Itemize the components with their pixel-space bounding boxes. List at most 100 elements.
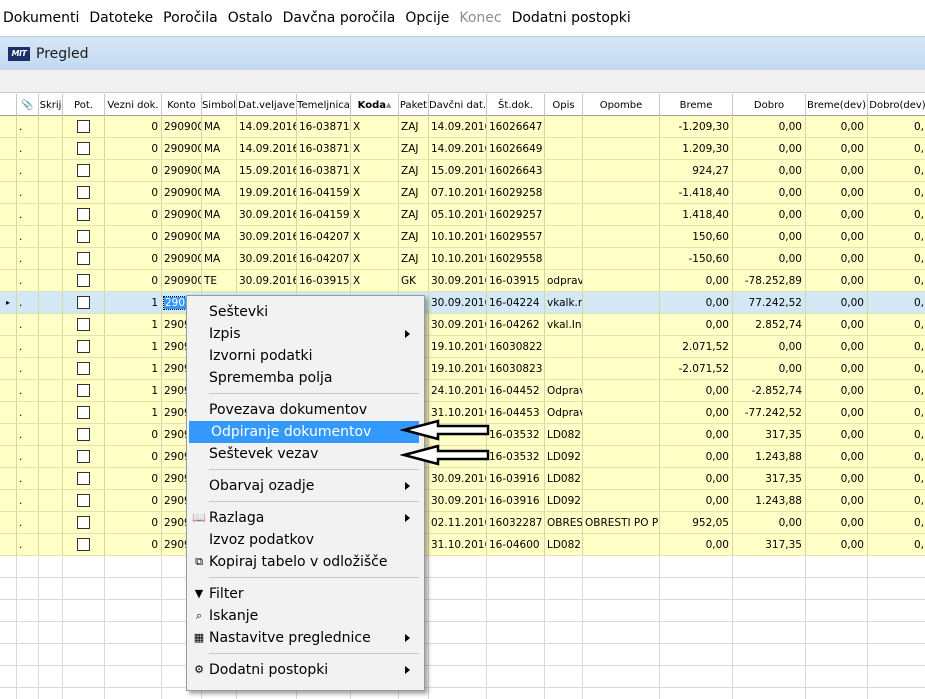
pot-checkbox[interactable] — [77, 296, 90, 309]
menu-dav-na-poro-ila[interactable]: Davčna poročila — [283, 10, 396, 26]
pot-checkbox[interactable] — [77, 516, 90, 529]
data-grid[interactable]: 📎 Skrij Pot. Vezni dok. Konto Simbol Dat.velja… — [0, 94, 925, 699]
pot-checkbox[interactable] — [77, 142, 90, 155]
pot-checkbox[interactable] — [77, 384, 90, 397]
pot-checkbox[interactable] — [77, 208, 90, 221]
context-item-filter[interactable]: ▼ Filter — [187, 583, 424, 605]
column-header-pot-[interactable]: Pot. — [63, 94, 105, 116]
pot-checkbox[interactable] — [77, 274, 90, 287]
attachment-icon[interactable]: 📎 — [17, 94, 39, 116]
column-header-dav-ni-dat-[interactable]: Davčni dat. — [429, 94, 487, 116]
menu-ostalo[interactable]: Ostalo — [228, 10, 273, 26]
row-mark: . — [17, 468, 39, 489]
selected-konto-value[interactable]: 290 — [162, 295, 188, 310]
table-row[interactable]: . 1 2909 19.10.2016 16030823 -2.071,52 0,00 0,0… — [0, 358, 925, 380]
pot-checkbox[interactable] — [77, 362, 90, 375]
table-row[interactable]: . 0 290900 MA 15.09.2016 16-03871 X ZAJ 15.09.20… — [0, 160, 925, 182]
column-header-breme-dev-[interactable]: Breme(dev) — [806, 94, 868, 116]
context-item-odpiranje-dokumentov[interactable]: Odpiranje dokumentov — [189, 421, 419, 443]
empty-cell — [39, 578, 63, 599]
table-row[interactable]: . 0 2909 02.11.2016 16032287 OBRES OBRESTI PO … — [0, 512, 925, 534]
cell-stdok: 16032287 — [487, 512, 545, 533]
cell-stdok: 16-03916 — [487, 490, 545, 511]
cell-stdok: 16-03532 — [487, 424, 545, 445]
context-item-iskanje[interactable]: ⌕ Iskanje — [187, 605, 424, 627]
context-item-se-tevki[interactable]: Seštevki — [187, 301, 424, 323]
pot-checkbox[interactable] — [77, 164, 90, 177]
pot-checkbox[interactable] — [77, 120, 90, 133]
table-row[interactable]: . 0 290900 MA 30.09.2016 16-04207 X ZAJ 10.10.20… — [0, 248, 925, 270]
cell-breme: 0,00 — [660, 314, 733, 335]
table-row[interactable]: . 0 2909 30.09.2016 16-03916 LD082 0,00 317,35 0… — [0, 468, 925, 490]
pot-checkbox[interactable] — [77, 472, 90, 485]
column-header--t-dok-[interactable]: Št.dok. — [487, 94, 545, 116]
pot-checkbox[interactable] — [77, 186, 90, 199]
context-item-izvoz-podatkov[interactable]: Izvoz podatkov — [187, 529, 424, 551]
table-row[interactable]: . 1 2909 19.10.2016 16030822 2.071,52 0,00 0,00… — [0, 336, 925, 358]
table-row[interactable]: . 0 2909 30.09.2016 16-03916 LD092 0,00 1.243,8… — [0, 490, 925, 512]
menu-opcije[interactable]: Opcije — [405, 10, 449, 26]
empty-cell — [0, 600, 17, 621]
cell-simbol: MA — [202, 204, 237, 225]
table-row[interactable]: . 0 290900 MA 30.09.2016 16-04207 X ZAJ 10.10.20… — [0, 226, 925, 248]
table-row[interactable]: . 0 290900 MA 14.09.2016 16-03871 X ZAJ 14.09.20… — [0, 116, 925, 138]
table-row[interactable]: . 0 290900 TE 30.09.2016 16-03915 X GK 30.09.201… — [0, 270, 925, 292]
column-header-skrij[interactable]: Skrij — [39, 94, 63, 116]
context-item-dodatni-postopki[interactable]: ⚙ Dodatni postopki — [187, 659, 424, 681]
column-header-paket[interactable]: Paket — [399, 94, 429, 116]
table-row[interactable]: ▸. 1 290 30.09.2016 16-04224 vkalk.r 0,00 77.24… — [0, 292, 925, 314]
empty-cell — [733, 622, 806, 643]
table-row[interactable]: . 1 2909 24.10.2016 16-04452 Odprav 0,00 -2.852… — [0, 380, 925, 402]
context-item-izvorni-podatki[interactable]: Izvorni podatki — [187, 345, 424, 367]
column-header-koda[interactable]: Koda ▲ — [351, 94, 399, 116]
context-item-kopiraj-tabelo-v-odlo-i-e[interactable]: ⧉ Kopiraj tabelo v odložišče — [187, 551, 424, 573]
column-header-simbol[interactable]: Simbol — [202, 94, 237, 116]
table-row[interactable]: . 0 290900 MA 30.09.2016 16-04159 X ZAJ 05.10.20… — [0, 204, 925, 226]
pot-checkbox[interactable] — [77, 406, 90, 419]
context-item-se-tevek-vezav[interactable]: Seštevek vezav — [187, 443, 424, 465]
menu-separator — [209, 577, 419, 578]
menu-konec[interactable]: Konec — [459, 10, 501, 26]
table-row[interactable]: . 0 290900 MA 14.09.2016 16-03871 X ZAJ 14.09.20… — [0, 138, 925, 160]
pot-checkbox[interactable] — [77, 252, 90, 265]
pot-checkbox[interactable] — [77, 230, 90, 243]
column-header-dobro-dev-[interactable]: Dobro(dev) — [868, 94, 925, 116]
context-item-razlaga[interactable]: 📖 Razlaga — [187, 507, 424, 529]
row-mark: . — [17, 160, 39, 181]
context-item-sprememba-polja[interactable]: Sprememba polja — [187, 367, 424, 389]
cell-vezni: 1 — [105, 292, 162, 313]
window-title: Pregled — [36, 45, 89, 62]
column-header-temeljnica[interactable]: Temeljnica — [297, 94, 351, 116]
pot-checkbox[interactable] — [77, 494, 90, 507]
column-header-opombe[interactable]: Opombe — [583, 94, 660, 116]
empty-cell — [487, 578, 545, 599]
column-header-col0[interactable] — [0, 94, 17, 116]
context-item-nastavitve-preglednice[interactable]: ▦ Nastavitve preglednice — [187, 627, 424, 649]
menu-datoteke[interactable]: Datoteke — [89, 10, 153, 26]
pot-checkbox[interactable] — [77, 340, 90, 353]
menu-dodatni-postopki[interactable]: Dodatni postopki — [512, 10, 631, 26]
context-item-izpis[interactable]: Izpis — [187, 323, 424, 345]
cell-konto: 290900 — [162, 116, 202, 137]
menu-dokumenti[interactable]: Dokumenti — [3, 10, 79, 26]
cell-breme: 1.209,30 — [660, 138, 733, 159]
context-item-povezava-dokumentov[interactable]: Povezava dokumentov — [187, 399, 424, 421]
context-item-obarvaj-ozadje[interactable]: Obarvaj ozadje — [187, 475, 424, 497]
column-header-konto[interactable]: Konto — [162, 94, 202, 116]
column-header-vezni-dok-[interactable]: Vezni dok. — [105, 94, 162, 116]
menu-poro-ila[interactable]: Poročila — [163, 10, 218, 26]
table-row[interactable]: . 0 2909 31.10.2016 16-04600 LD082 0,00 317,35 0… — [0, 534, 925, 556]
pot-checkbox[interactable] — [77, 428, 90, 441]
pot-checkbox[interactable] — [77, 450, 90, 463]
pot-checkbox[interactable] — [77, 538, 90, 551]
cell-simbol: TE — [202, 270, 237, 291]
pot-checkbox[interactable] — [77, 318, 90, 331]
table-row[interactable]: . 0 290900 MA 19.09.2016 16-04159 X ZAJ 07.10.20… — [0, 182, 925, 204]
column-header-dobro[interactable]: Dobro — [733, 94, 806, 116]
column-header-opis[interactable]: Opis — [545, 94, 583, 116]
cell-breme: 150,60 — [660, 226, 733, 247]
table-row[interactable]: . 1 2909 30.09.2016 16-04262 vkal.In 0,00 2.852… — [0, 314, 925, 336]
column-header-breme[interactable]: Breme — [660, 94, 733, 116]
cell-opis: vkal.In — [545, 314, 583, 335]
column-header-dat-veljave[interactable]: Dat.veljave — [237, 94, 297, 116]
